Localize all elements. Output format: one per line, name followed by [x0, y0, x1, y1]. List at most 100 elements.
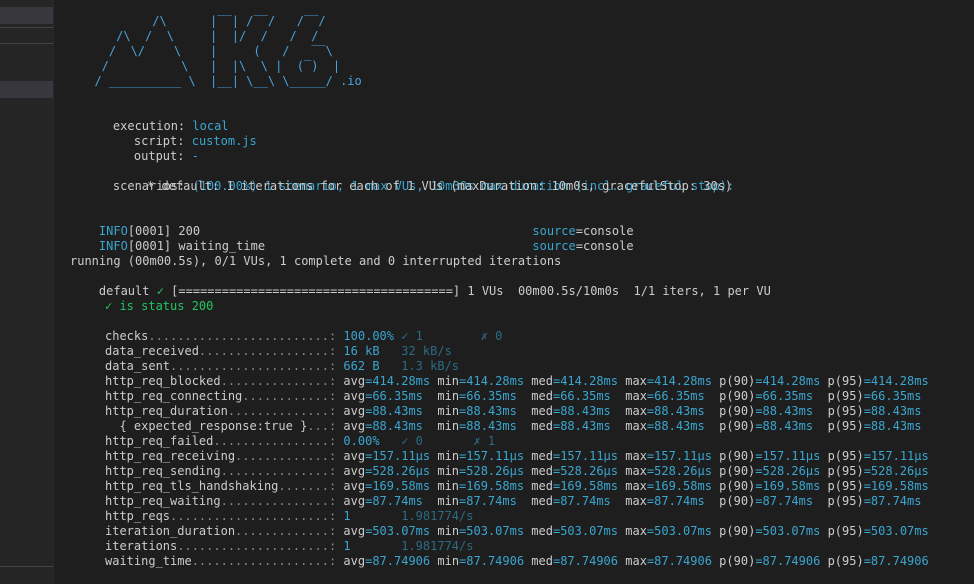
metric-stat-value: =414.28ms	[459, 374, 525, 388]
metric-stat: max=414.28ms	[618, 374, 712, 388]
metric-stat: avg=528.26µs	[336, 464, 430, 478]
metric-stat-value: =88.43ms	[646, 419, 712, 433]
metric-stat: p(95)=414.28ms	[820, 374, 929, 388]
scenario-name: default	[98, 284, 157, 298]
metric-dots: ...:	[307, 419, 337, 433]
k6-logo-line-4: / \ | |\ \ | (‾) |	[80, 59, 341, 73]
progress-bar-line: default ✓ [=============================…	[70, 269, 771, 298]
metric-stat: avg=88.43ms	[336, 419, 430, 433]
execution-line: execution: local	[84, 104, 229, 133]
metric-stat-label: max	[618, 554, 647, 568]
metric-dots: ................:	[213, 434, 337, 448]
metric-stat: p(95)=88.43ms	[820, 404, 922, 418]
metric-dots: .......:	[278, 479, 337, 493]
metric-dots: ......................:	[170, 359, 337, 373]
terminal-output[interactable]: /\ |‾‾| /‾‾/ /‾‾/ /\ / \ | |/ / / / / \/…	[62, 0, 967, 584]
sidebar-divider	[0, 43, 53, 44]
metric-rate: 1.981774/s	[394, 509, 474, 523]
metric-stat-value: =88.43ms	[459, 419, 525, 433]
metric-value: 0.00%	[336, 434, 387, 448]
metric-stat-value: =503.07ms	[863, 524, 929, 538]
log-line: INFO[0001] waiting_time source=console	[70, 224, 634, 253]
running-status: running (00m00.5s), 0/1 VUs, 1 complete …	[70, 254, 562, 268]
metric-stat-label: max	[618, 524, 647, 538]
metric-row: http_req_duration..............: avg=88.…	[105, 404, 922, 419]
metric-stat: avg=157.11µs	[336, 449, 430, 463]
metric-stat-label: min	[430, 419, 460, 433]
metric-row: iteration_duration.............: avg=503…	[105, 524, 929, 539]
metric-stat-value: =87.74ms	[552, 494, 618, 508]
metric-stat: p(95)=87.74ms	[820, 494, 922, 508]
metric-stat-value: =169.58ms	[365, 479, 431, 493]
metric-name: http_req_blocked	[105, 374, 221, 388]
metric-stat-value: =88.43ms	[552, 419, 619, 433]
metric-stat: max=87.74ms	[618, 494, 712, 508]
metric-stat-label: p(95)	[820, 554, 864, 568]
metric-row: checks.........................: 100.00%…	[105, 329, 502, 344]
metric-stat-value: =528.26µs	[365, 464, 431, 478]
metric-stat-label: max	[618, 389, 647, 403]
metric-stat-label: max	[618, 404, 647, 418]
metric-stat-label: avg	[336, 464, 366, 478]
metric-stat: min=88.43ms	[430, 419, 524, 433]
metric-stat-label: p(90)	[711, 374, 756, 388]
metric-name: data_received	[105, 344, 199, 358]
metric-stat-label: p(95)	[820, 389, 864, 403]
metric-stat-label: p(90)	[711, 389, 756, 403]
metric-stat: min=87.74ms	[430, 494, 524, 508]
metric-stat: med=88.43ms	[524, 404, 618, 418]
metric-dots: .....................:	[177, 539, 337, 553]
metric-name: http_req_waiting	[105, 494, 221, 508]
metric-stat: med=87.74ms	[524, 494, 618, 508]
metric-stat-label: p(95)	[820, 524, 864, 538]
metric-stat: min=528.26µs	[430, 464, 524, 478]
output-value: -	[191, 149, 199, 163]
check-result: ✓ is status 200	[105, 299, 214, 313]
metric-stat-value: =528.26µs	[552, 464, 618, 478]
metric-stat: med=528.26µs	[524, 464, 618, 478]
metric-stat-label: avg	[336, 449, 366, 463]
sidebar-divider	[0, 566, 53, 567]
metric-stat: min=503.07ms	[430, 524, 524, 538]
sidebar-item-selected[interactable]	[0, 81, 53, 98]
metric-stat-label: avg	[336, 494, 366, 508]
metric-stat-label: p(95)	[820, 374, 864, 388]
metric-row: waiting_time...................: avg=87.…	[105, 554, 929, 569]
metric-stat-value: =66.35ms	[552, 389, 619, 403]
progress-bar: [======================================]…	[163, 284, 771, 298]
metric-stat-value: =157.11µs	[365, 449, 431, 463]
metric-stat-label: p(90)	[711, 554, 756, 568]
metric-dots: ...............:	[220, 374, 337, 388]
metric-stat: min=88.43ms	[430, 404, 524, 418]
metric-stat-value: =157.11µs	[755, 449, 821, 463]
metric-dots: .............:	[235, 449, 337, 463]
metric-stat: p(90)=87.74906	[712, 554, 820, 568]
metric-stat: med=503.07ms	[524, 524, 618, 538]
metric-stat-label: p(90)	[711, 464, 756, 478]
metric-stat-value: =157.11µs	[863, 449, 929, 463]
metric-stat-label: med	[524, 524, 553, 538]
metric-rate: 32 kB/s	[386, 344, 452, 358]
metric-stat-label: min	[430, 374, 460, 388]
metric-stat: p(90)=169.58ms	[712, 479, 820, 493]
metric-stat-value: =66.35ms	[459, 389, 525, 403]
metric-stat-value: =88.43ms	[755, 404, 821, 418]
metric-stat-label: max	[618, 494, 647, 508]
metric-stat-label: p(90)	[711, 494, 756, 508]
log-source-key: source	[532, 239, 576, 253]
metric-stat-value: =87.74ms	[459, 494, 525, 508]
metric-stat-value: =503.07ms	[459, 524, 525, 538]
metric-stat-label: med	[524, 449, 553, 463]
metric-stat: p(90)=503.07ms	[712, 524, 820, 538]
metric-stat-label: med	[524, 374, 553, 388]
metric-stat-label: max	[618, 374, 647, 388]
sidebar-item-highlighted[interactable]	[0, 7, 53, 24]
metric-rate: 1.3 kB/s	[386, 359, 460, 373]
metric-stat: max=87.74906	[618, 554, 712, 568]
metric-row: http_req_failed................: 0.00% ✓…	[105, 434, 495, 449]
metric-stat: max=528.26µs	[618, 464, 712, 478]
metric-stat-label: min	[430, 494, 460, 508]
metric-value: 1	[336, 539, 394, 553]
metric-name: data_sent	[105, 359, 171, 373]
metric-dots: .........................:	[148, 329, 337, 343]
